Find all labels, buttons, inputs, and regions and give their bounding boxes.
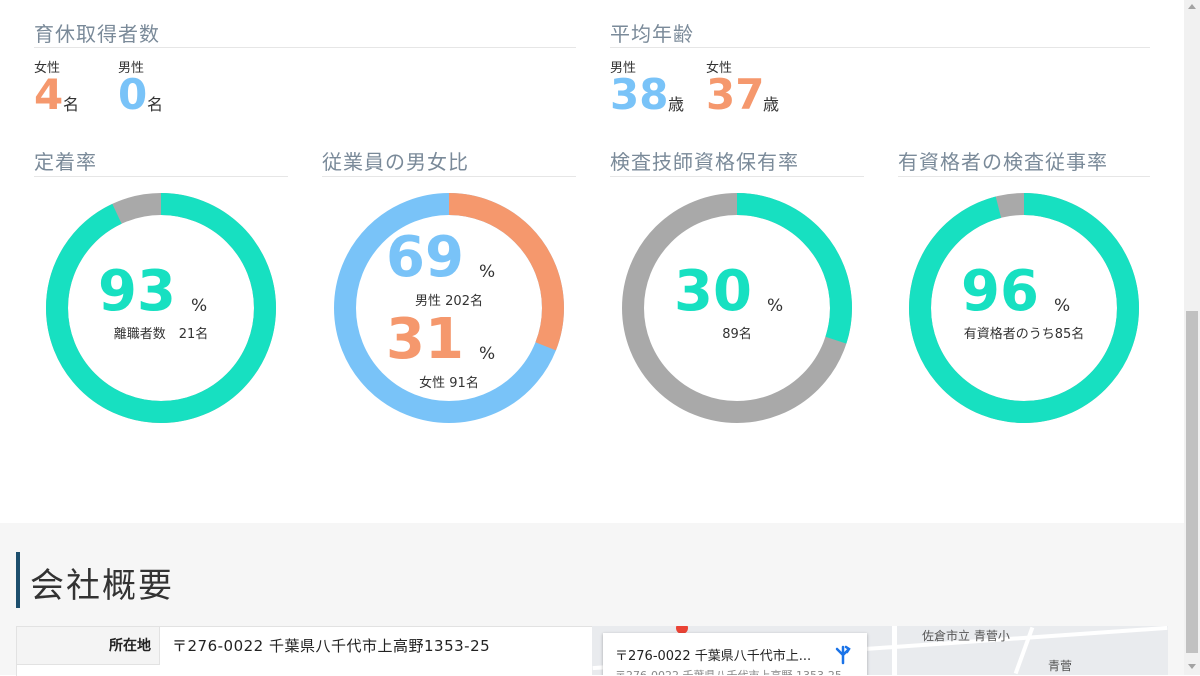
google-map[interactable]: 佐倉市立 青菅小 青菅 〒276-0022 千葉県八千代市上... 〒276-0… — [592, 626, 1168, 675]
retention-rule — [34, 176, 288, 177]
gender-ratio-rule — [322, 176, 576, 177]
parental-leave-female-unit: 名 — [63, 95, 80, 114]
retention-percent-sign: % — [191, 296, 208, 316]
qualified-value: 30 — [674, 259, 752, 324]
main-content: 育休取得者数 女性 4 名 男性 0 名 平均年齢 男性 38 歳 女性 37 … — [0, 0, 1184, 676]
qualified-engaged-rule — [898, 176, 1150, 177]
gender-female-percent-sign: % — [479, 344, 496, 364]
average-age-male-value: 38 — [610, 70, 669, 119]
retention-value: 93 — [98, 259, 176, 324]
retention-title: 定着率 — [34, 150, 97, 174]
map-road — [1013, 626, 1035, 675]
average-age-female-unit: 歳 — [763, 95, 780, 114]
company-title-accent — [16, 552, 20, 608]
page-scrollbar[interactable] — [1184, 0, 1200, 675]
average-age-rule — [610, 47, 1150, 48]
gender-female-value: 31 — [386, 307, 464, 372]
average-age-male-unit: 歳 — [668, 95, 685, 114]
address-label: 所在地 — [17, 627, 160, 665]
company-info-table: 所在地 〒276-0022 千葉県八千代市上高野1353-25 — [16, 626, 593, 676]
qualified-title: 検査技師資格保有率 — [610, 150, 799, 174]
scroll-up-arrow-icon[interactable] — [1188, 4, 1196, 9]
map-label-area: 青菅 — [1048, 659, 1073, 673]
qualified-engaged-sub: 有資格者のうち85名 — [963, 327, 1085, 342]
scroll-thumb[interactable] — [1186, 311, 1198, 653]
qualified-sub: 89名 — [722, 327, 752, 342]
average-age-title: 平均年齢 — [610, 22, 694, 46]
retention-donut: 93 % 離職者数 21名 — [43, 190, 279, 426]
address-value: 〒276-0022 千葉県八千代市上高野1353-25 — [172, 637, 491, 655]
map-label-school: 佐倉市立 青菅小 — [922, 629, 1010, 643]
gender-ratio-donut: 69 % 男性 202名 31 % 女性 91名 — [331, 190, 567, 426]
qualified-engaged-value: 96 — [961, 259, 1039, 324]
map-card-title: 〒276-0022 千葉県八千代市上... — [615, 649, 812, 664]
map-info-card[interactable]: 〒276-0022 千葉県八千代市上... 〒276-0022 千葉県八千代市上… — [603, 633, 867, 675]
gender-female-sub: 女性 91名 — [419, 376, 479, 391]
parental-leave-male-unit: 名 — [147, 95, 164, 114]
average-age-female-value: 37 — [706, 70, 765, 119]
gender-male-percent-sign: % — [479, 262, 496, 282]
parental-leave-rule — [34, 47, 576, 48]
qualified-rule — [610, 176, 864, 177]
gender-male-value: 69 — [386, 225, 464, 290]
retention-sub: 離職者数 21名 — [113, 327, 209, 342]
map-card-subtitle: 〒276-0022 千葉県八千代市上高野 1353-25 — [615, 667, 842, 675]
qualified-engaged-donut: 96 % 有資格者のうち85名 — [906, 190, 1142, 426]
map-road — [892, 626, 897, 675]
scroll-down-arrow-icon[interactable] — [1188, 664, 1196, 669]
parental-leave-female-value: 4 — [34, 70, 64, 119]
directions-icon[interactable] — [833, 645, 853, 665]
qualified-engaged-percent-sign: % — [1054, 296, 1071, 316]
parental-leave-title: 育休取得者数 — [34, 22, 160, 46]
company-title: 会社概要 — [30, 566, 174, 606]
qualified-engaged-title: 有資格者の検査従事率 — [898, 150, 1108, 174]
qualified-donut: 30 % 89名 — [619, 190, 855, 426]
qualified-percent-sign: % — [767, 296, 784, 316]
parental-leave-male-value: 0 — [118, 70, 148, 119]
gender-ratio-title: 従業員の男女比 — [322, 150, 469, 174]
